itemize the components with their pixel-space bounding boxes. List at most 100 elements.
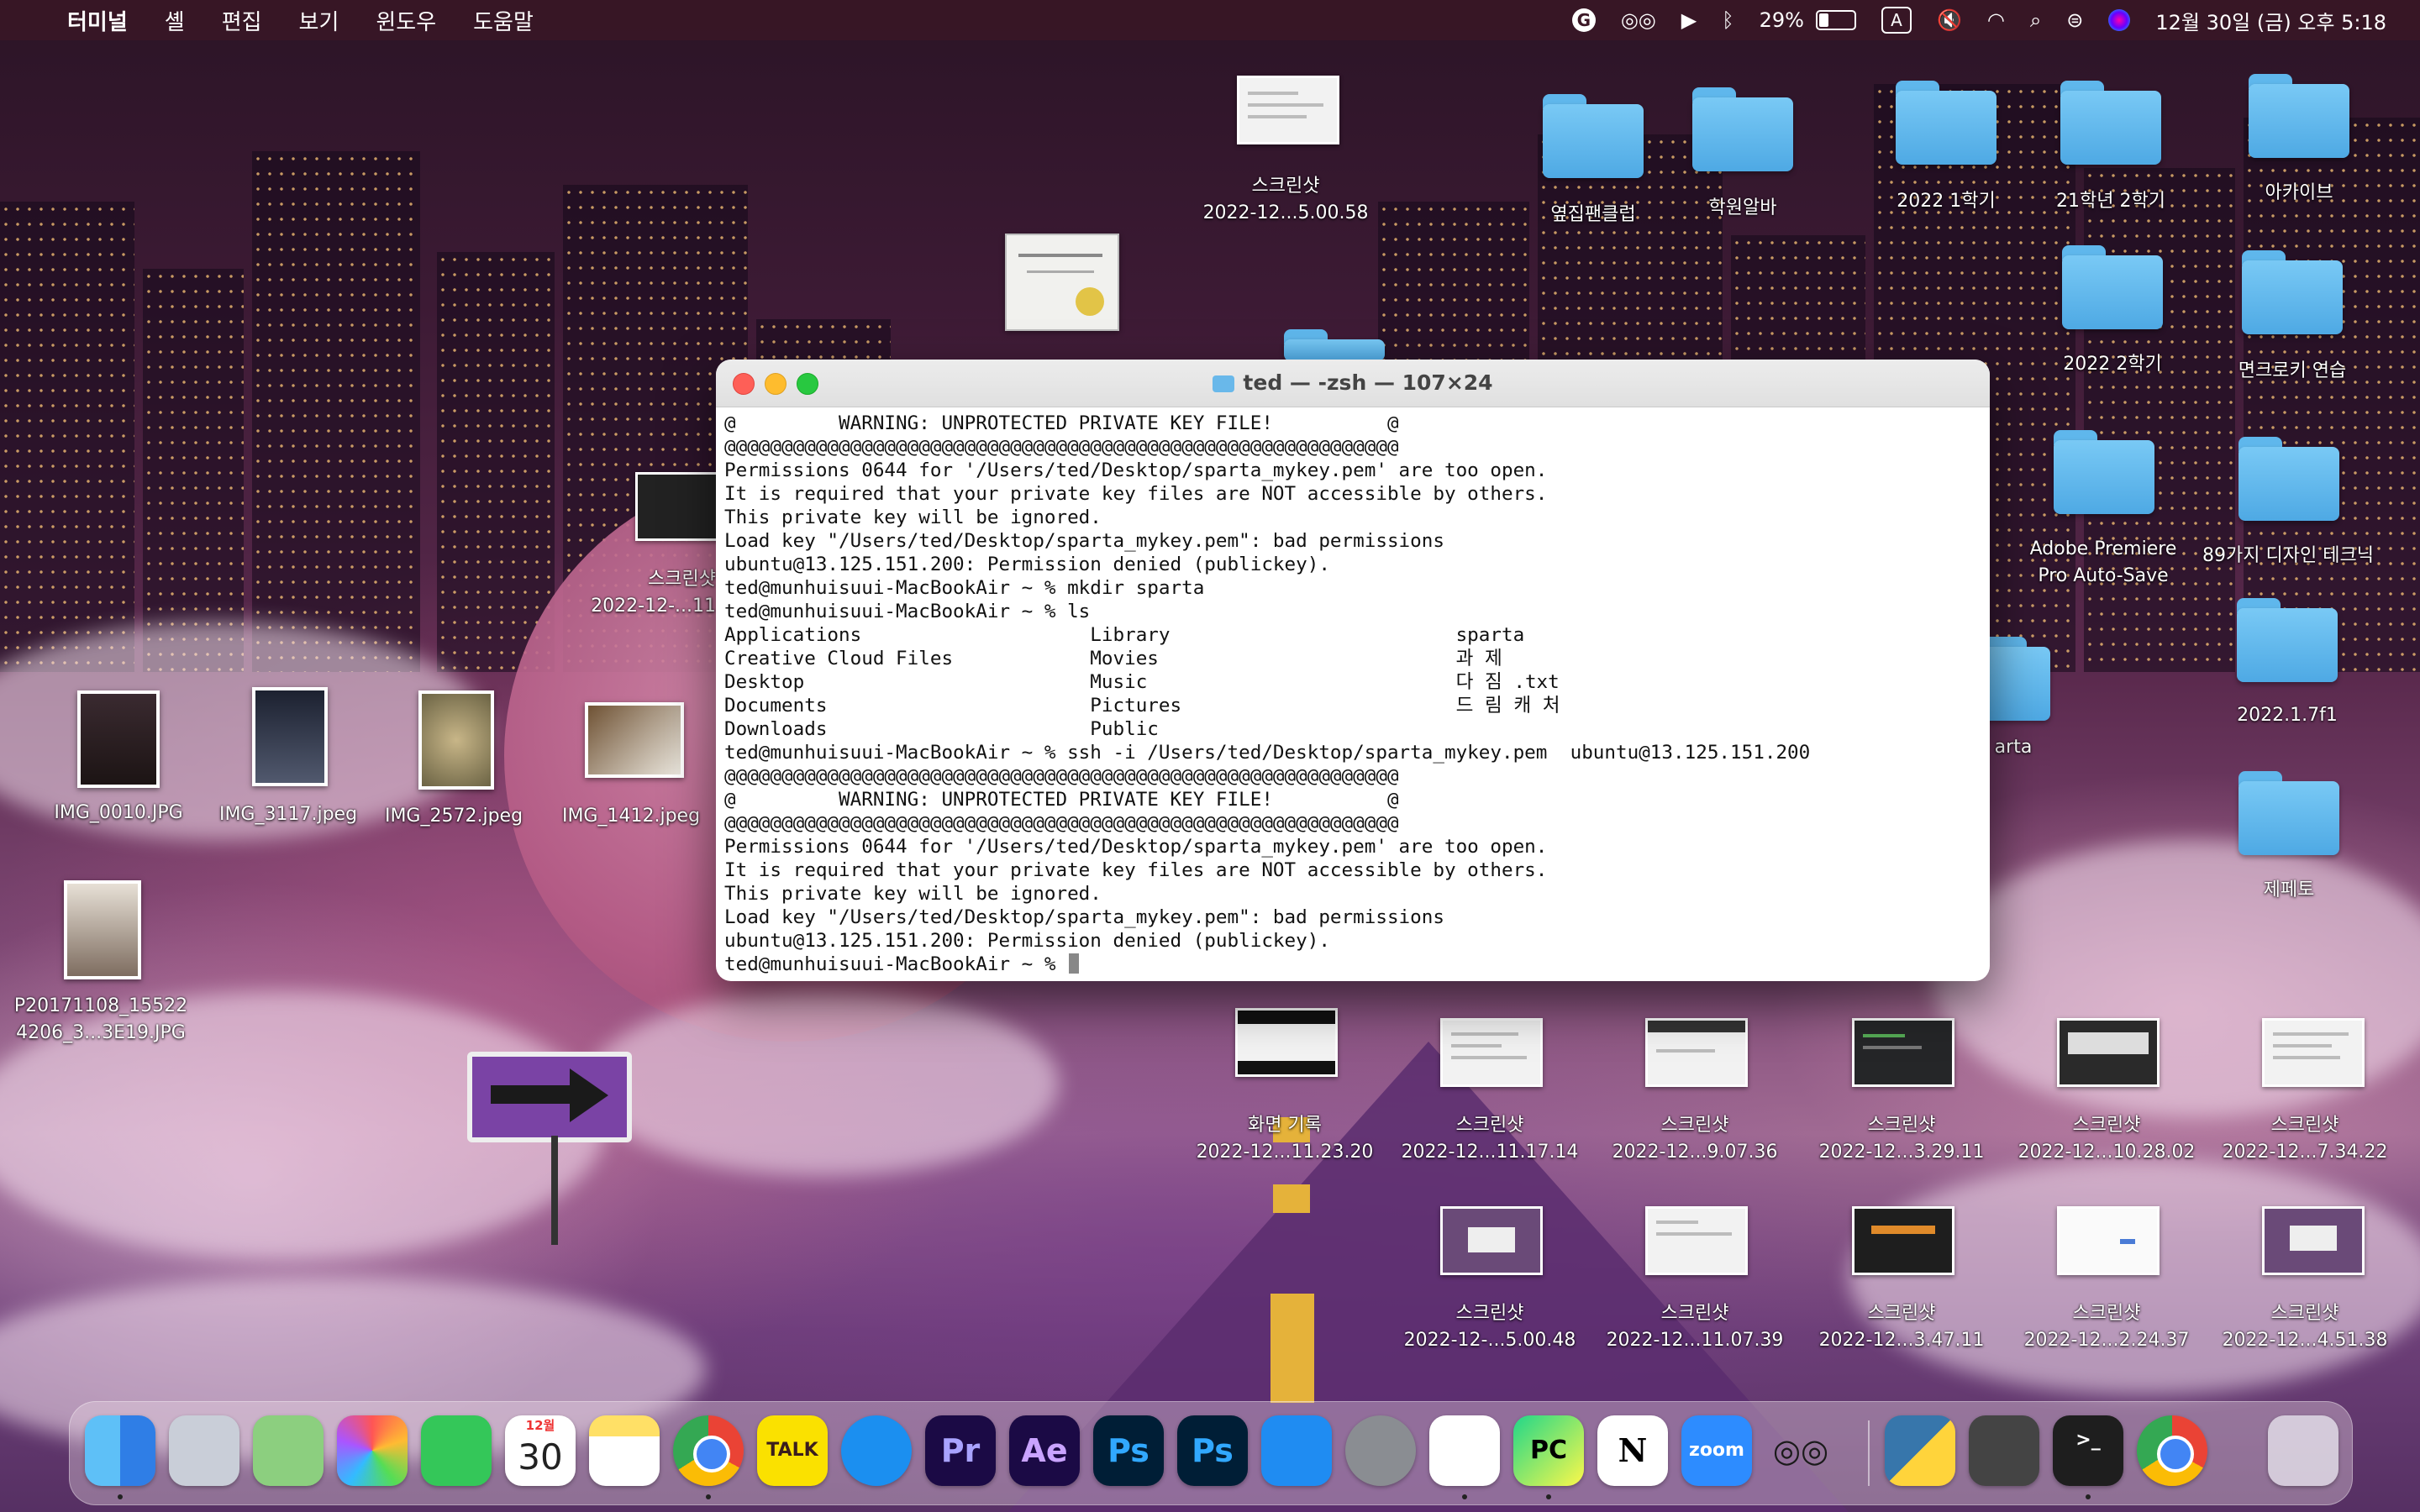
menu-shell[interactable]: 셸 <box>165 5 185 36</box>
folder-icon[interactable] <box>1543 94 1644 178</box>
certificate-icon[interactable] <box>1005 234 1119 331</box>
after-effects-icon[interactable]: Ae <box>1009 1415 1080 1486</box>
sign-pole <box>551 1136 558 1245</box>
menu-app-name[interactable]: 터미널 <box>67 5 128 36</box>
file-label: 2022-12...3.47.11 <box>1818 1330 1985 1351</box>
notes-icon[interactable] <box>589 1415 660 1486</box>
kakaotalk-icon[interactable]: TALK <box>757 1415 828 1486</box>
photo-thumbnail[interactable] <box>77 690 160 788</box>
chrome-app-icon[interactable] <box>2137 1415 2207 1486</box>
folder-label: 아카이브 <box>2265 182 2333 203</box>
menu-help[interactable]: 도움말 <box>473 5 534 36</box>
play-icon[interactable]: ▶ <box>1681 8 1697 32</box>
python-launcher-icon[interactable] <box>1885 1415 1955 1486</box>
glasses-app-icon[interactable]: ◎◎ <box>1765 1415 1836 1486</box>
keychain-icon[interactable] <box>1969 1415 2039 1486</box>
folder-label: 면크로키 연습 <box>2238 360 2347 381</box>
photoshop-icon[interactable]: Ps <box>1093 1415 1164 1486</box>
screenshot-thumbnail[interactable] <box>1237 76 1339 144</box>
folder-icon[interactable] <box>1983 637 2050 721</box>
file-label: 스크린샷 <box>1660 1115 1729 1136</box>
screenshot-thumbnail[interactable] <box>2262 1018 2365 1087</box>
file-label: 2022-12...11.07.39 <box>1606 1330 1784 1351</box>
folder-label: 2022 2학기 <box>2063 354 2162 375</box>
trash-icon[interactable] <box>2268 1415 2338 1486</box>
search-icon[interactable]: ⌕ <box>2030 8 2041 32</box>
terminal-line: Load key "/Users/ted/Desktop/sparta_myke… <box>724 530 1444 552</box>
zoom-icon[interactable]: zoom <box>1681 1415 1752 1486</box>
screenshot-thumbnail[interactable] <box>2057 1206 2160 1275</box>
input-source-icon[interactable]: A <box>1881 7 1912 34</box>
folder-icon[interactable] <box>2062 245 2163 329</box>
menu-clock[interactable]: 12월 30일 (금) 오후 5:18 <box>2155 6 2386 35</box>
battery-icon[interactable] <box>1815 10 1856 30</box>
system-settings-icon[interactable] <box>1345 1415 1416 1486</box>
photoshop-icon[interactable]: Ps <box>1177 1415 1248 1486</box>
running-indicator <box>1462 1494 1467 1499</box>
folder-icon[interactable] <box>1896 81 1996 165</box>
chrome-icon[interactable] <box>673 1415 744 1486</box>
bluetooth-icon[interactable]: ᛒ <box>1722 8 1733 32</box>
app-store-icon[interactable] <box>1261 1415 1332 1486</box>
folder-icon[interactable] <box>2238 771 2339 855</box>
photo-thumbnail[interactable] <box>252 687 328 786</box>
file-label: 2022-12...7.34.22 <box>2222 1142 2388 1163</box>
photo-thumbnail[interactable] <box>418 690 494 790</box>
terminal-titlebar[interactable]: ted — -zsh — 107×24 <box>716 360 1990 407</box>
launchpad-icon[interactable] <box>169 1415 239 1486</box>
folder-icon[interactable] <box>2054 430 2154 514</box>
calendar-icon[interactable]: 12월 30 <box>505 1415 576 1486</box>
screenshot-thumbnail[interactable] <box>1440 1018 1543 1087</box>
finder-icon[interactable] <box>85 1415 155 1486</box>
wifi-icon[interactable]: ◠ <box>1987 8 2005 32</box>
terminal-output[interactable]: @ WARNING: UNPROTECTED PRIVATE KEY FILE!… <box>724 412 1981 975</box>
running-indicator <box>1546 1494 1551 1499</box>
running-indicator <box>2086 1494 2091 1499</box>
photo-thumbnail[interactable] <box>64 880 141 979</box>
folder-icon[interactable] <box>2237 598 2338 682</box>
photo-thumbnail[interactable] <box>585 702 684 778</box>
screenshot-thumbnail[interactable] <box>1852 1018 1954 1087</box>
folder-icon[interactable] <box>2238 437 2339 521</box>
menu-edit[interactable]: 편집 <box>222 5 262 36</box>
siri-icon[interactable] <box>2108 9 2131 31</box>
premiere-icon[interactable]: Pr <box>925 1415 996 1486</box>
folder-icon[interactable] <box>1284 329 1385 361</box>
folder-icon[interactable] <box>1692 87 1793 171</box>
mute-icon[interactable]: 🔇 <box>1937 8 1962 32</box>
screenshot-thumbnail[interactable] <box>1645 1018 1748 1087</box>
calendar-month: 12월 <box>525 1418 555 1433</box>
terminal-window[interactable]: ted — -zsh — 107×24 @ WARNING: UNPROTECT… <box>716 360 1990 981</box>
facetime-icon[interactable] <box>421 1415 492 1486</box>
screenshot-thumbnail[interactable] <box>635 472 721 541</box>
notion-icon[interactable]: N <box>1597 1415 1668 1486</box>
folder-icon[interactable] <box>2249 74 2349 158</box>
slack-icon[interactable] <box>1429 1415 1500 1486</box>
screenshot-thumbnail[interactable] <box>2262 1206 2365 1275</box>
terminal-line: It is required that your private key fil… <box>724 859 1548 881</box>
folder-icon[interactable] <box>2060 81 2161 165</box>
window-title-text: ted — -zsh — 107×24 <box>1243 370 1493 395</box>
file-label: 2022-12-...5.00.48 <box>1403 1330 1576 1351</box>
glasses-icon[interactable]: ◎◎ <box>1621 8 1656 32</box>
photos-icon[interactable] <box>337 1415 408 1486</box>
menu-view[interactable]: 보기 <box>299 5 339 36</box>
pycharm-icon[interactable]: PC <box>1513 1415 1584 1486</box>
folder-icon[interactable] <box>2242 250 2343 334</box>
maps-icon[interactable] <box>253 1415 324 1486</box>
grammarly-icon[interactable]: G <box>1571 8 1596 32</box>
menu-window[interactable]: 윈도우 <box>376 5 436 36</box>
terminal-line: Downloads Public <box>724 718 1159 740</box>
text-cursor <box>1069 953 1080 974</box>
screenshot-thumbnail[interactable] <box>1645 1206 1748 1275</box>
safari-icon[interactable] <box>841 1415 912 1486</box>
screenshot-thumbnail[interactable] <box>1852 1206 1954 1275</box>
folder-label: 학원알바 <box>1708 197 1777 218</box>
file-label: 2022-12...5.00.58 <box>1202 202 1369 223</box>
screenshot-thumbnail[interactable] <box>2057 1018 2160 1087</box>
screenshot-thumbnail[interactable] <box>1440 1206 1543 1275</box>
screen-recording-thumbnail[interactable] <box>1235 1008 1338 1077</box>
control-center-icon[interactable]: ⊜ <box>2066 8 2083 32</box>
terminal-dock-icon[interactable]: >_ <box>2053 1415 2123 1486</box>
file-label: IMG_0010.JPG <box>54 802 183 823</box>
